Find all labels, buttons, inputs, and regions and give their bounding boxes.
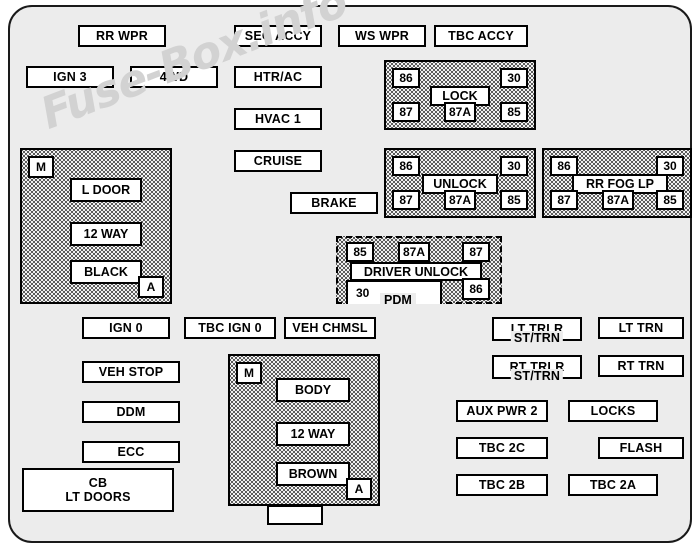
fuse-tbc-ign-0[interactable]: TBC IGN 0 <box>184 317 276 339</box>
fuse-ign-3[interactable]: IGN 3 <box>26 66 114 88</box>
relay-driver-unlock-pin-85: 85 <box>346 242 374 262</box>
fuse-tbc-2a[interactable]: TBC 2A <box>568 474 658 496</box>
connector-left-marker-m: M <box>28 156 54 178</box>
fuse-rt-trlr-line-2: ST/TRN <box>510 369 564 383</box>
fuse-tbc-2b[interactable]: TBC 2B <box>456 474 548 496</box>
fuse-htr-ac[interactable]: HTR/AC <box>234 66 322 88</box>
relay-driver-unlock-module-label: PDM <box>380 293 416 307</box>
fuse-ddm[interactable]: DDM <box>82 401 180 423</box>
connector-left-line-2: 12 WAY <box>70 222 142 246</box>
relay-lock-pin-87a: 87A <box>444 102 476 122</box>
relay-lock-pin-30: 30 <box>500 68 528 88</box>
connector-body-marker-m: M <box>236 362 262 384</box>
relay-driver-unlock-pin-86: 86 <box>462 278 490 300</box>
relay-lock-pin-87: 87 <box>392 102 420 122</box>
fuse-locks[interactable]: LOCKS <box>568 400 658 422</box>
relay-unlock-pin-87a: 87A <box>444 190 476 210</box>
connector-left-door[interactable]: M L DOOR 12 WAY BLACK A <box>20 148 172 304</box>
connector-body-line-3: BROWN <box>276 462 350 486</box>
fuse-seo-accy[interactable]: SEO ACCY <box>234 25 322 47</box>
relay-rr-fog-lp-pin-30: 30 <box>656 156 684 176</box>
fuse-hvac-1[interactable]: HVAC 1 <box>234 108 322 130</box>
fuse-cb-lt-doors-line-2: LT DOORS <box>65 490 131 504</box>
fuse-flash[interactable]: FLASH <box>598 437 684 459</box>
connector-body-line-1: BODY <box>276 378 350 402</box>
fuse-brake[interactable]: BRAKE <box>290 192 378 214</box>
connector-left-marker-a: A <box>138 276 164 298</box>
relay-lock-pin-85: 85 <box>500 102 528 122</box>
relay-lock[interactable]: 86 30 LOCK 87 87A 85 <box>384 60 536 130</box>
relay-unlock-pin-87: 87 <box>392 190 420 210</box>
connector-body-stub <box>267 505 323 525</box>
relay-rr-fog-lp-pin-87: 87 <box>550 190 578 210</box>
connector-left-line-1: L DOOR <box>70 178 142 202</box>
relay-driver-unlock-pdm[interactable]: 85 87A 87 DRIVER UNLOCK 30 86 <box>336 236 502 304</box>
relay-rr-fog-lp-pin-85: 85 <box>656 190 684 210</box>
connector-body[interactable]: M BODY 12 WAY BROWN A <box>228 354 380 506</box>
relay-unlock-pin-86: 86 <box>392 156 420 176</box>
fuse-cruise[interactable]: CRUISE <box>234 150 322 172</box>
fuse-rr-wpr[interactable]: RR WPR <box>78 25 166 47</box>
connector-body-marker-a: A <box>346 478 372 500</box>
fuse-ign-0[interactable]: IGN 0 <box>82 317 170 339</box>
fuse-ws-wpr[interactable]: WS WPR <box>338 25 426 47</box>
relay-driver-unlock-pin-87a: 87A <box>398 242 430 262</box>
fuse-4wd[interactable]: 4WD <box>130 66 218 88</box>
relay-unlock[interactable]: 86 30 UNLOCK 87 87A 85 <box>384 148 536 218</box>
fuse-aux-pwr-2[interactable]: AUX PWR 2 <box>456 400 548 422</box>
relay-rr-fog-lp[interactable]: 86 30 RR FOG LP 87 87A 85 <box>542 148 692 218</box>
fuse-rt-trn[interactable]: RT TRN <box>598 355 684 377</box>
fuse-veh-chmsl[interactable]: VEH CHMSL <box>284 317 376 339</box>
relay-rr-fog-lp-pin-86: 86 <box>550 156 578 176</box>
connector-body-line-2: 12 WAY <box>276 422 350 446</box>
fuse-lt-trlr-st-trn[interactable]: LT TRLR ST/TRN <box>492 317 582 345</box>
relay-lock-pin-86: 86 <box>392 68 420 88</box>
connector-left-line-3: BLACK <box>70 260 142 284</box>
relay-driver-unlock-pin-87: 87 <box>462 242 490 262</box>
fuse-veh-stop[interactable]: VEH STOP <box>82 361 180 383</box>
relay-rr-fog-lp-pin-87a: 87A <box>602 190 634 210</box>
fuse-cb-lt-doors-line-1: CB <box>88 476 108 490</box>
relay-unlock-pin-30: 30 <box>500 156 528 176</box>
fuse-tbc-2c[interactable]: TBC 2C <box>456 437 548 459</box>
fuse-cb-lt-doors[interactable]: CB LT DOORS <box>22 468 174 512</box>
fuse-lt-trlr-line-2: ST/TRN <box>510 331 564 345</box>
fuse-rt-trlr-st-trn[interactable]: RT TRLR ST/TRN <box>492 355 582 383</box>
relay-unlock-pin-85: 85 <box>500 190 528 210</box>
fuse-lt-trn[interactable]: LT TRN <box>598 317 684 339</box>
fuse-tbc-accy[interactable]: TBC ACCY <box>434 25 528 47</box>
fuse-ecc[interactable]: ECC <box>82 441 180 463</box>
